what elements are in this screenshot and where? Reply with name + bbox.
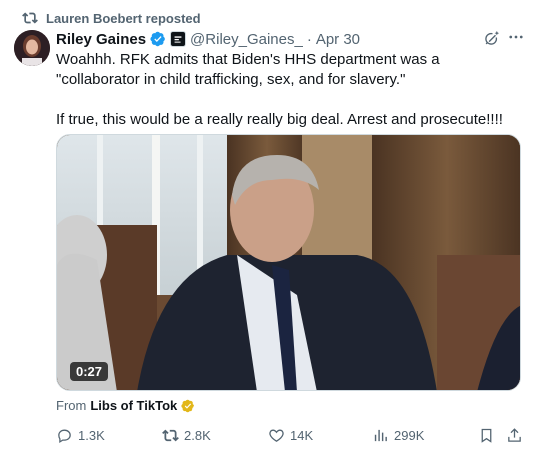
bookmark-button[interactable] (478, 424, 495, 446)
reply-button[interactable]: 1.3K (56, 424, 105, 446)
bookmark-icon (481, 428, 492, 443)
like-icon (269, 429, 284, 442)
tweet-text-line-1: Woahhh. RFK admits that Biden's HHS depa… (56, 51, 440, 88)
gold-verified-icon (181, 399, 195, 412)
more-icon[interactable] (506, 28, 526, 48)
repost-icon (22, 12, 38, 24)
attribution-prefix: From (56, 398, 87, 413)
tweet-text: Woahhh. RFK admits that Biden's HHS depa… (56, 50, 524, 130)
share-icon (508, 427, 521, 442)
like-button[interactable]: 14K (268, 424, 313, 446)
repost-button[interactable]: 2.8K (162, 424, 211, 446)
views-count: 299K (394, 427, 425, 443)
share-button[interactable] (506, 424, 523, 446)
video-duration: 0:27 (70, 362, 109, 381)
repost-context[interactable]: Lauren Boebert reposted (22, 9, 201, 27)
affiliation-icon[interactable] (170, 31, 187, 47)
tweet-header: Riley Gaines @Riley_Gaines_ · Apr 30 (56, 29, 360, 49)
verified-badge-icon (150, 31, 166, 47)
views-icon (374, 429, 387, 441)
like-count: 14K (290, 427, 314, 443)
avatar[interactable] (14, 30, 50, 66)
views-button[interactable]: 299K (372, 424, 424, 446)
author-handle[interactable]: @Riley_Gaines_ (190, 31, 303, 48)
tweet-date[interactable]: Apr 30 (316, 31, 360, 48)
header-separator: · (306, 30, 312, 48)
reply-count: 1.3K (78, 427, 105, 443)
tweet-text-line-2: If true, this would be a really really b… (56, 111, 503, 128)
attribution-source[interactable]: Libs of TikTok (90, 398, 177, 413)
attribution: From Libs of TikTok (56, 398, 195, 413)
video-player[interactable]: 0:27 (56, 134, 521, 391)
repost-label: Lauren Boebert reposted (46, 10, 201, 26)
repost-count: 2.8K (184, 427, 211, 443)
action-bar: 1.3K 2.8K 14K 299K (56, 424, 526, 446)
grok-icon[interactable] (482, 30, 500, 48)
repost-icon (162, 429, 179, 441)
video-frame (57, 135, 520, 390)
author-name[interactable]: Riley Gaines (56, 31, 146, 48)
reply-icon (58, 429, 71, 443)
